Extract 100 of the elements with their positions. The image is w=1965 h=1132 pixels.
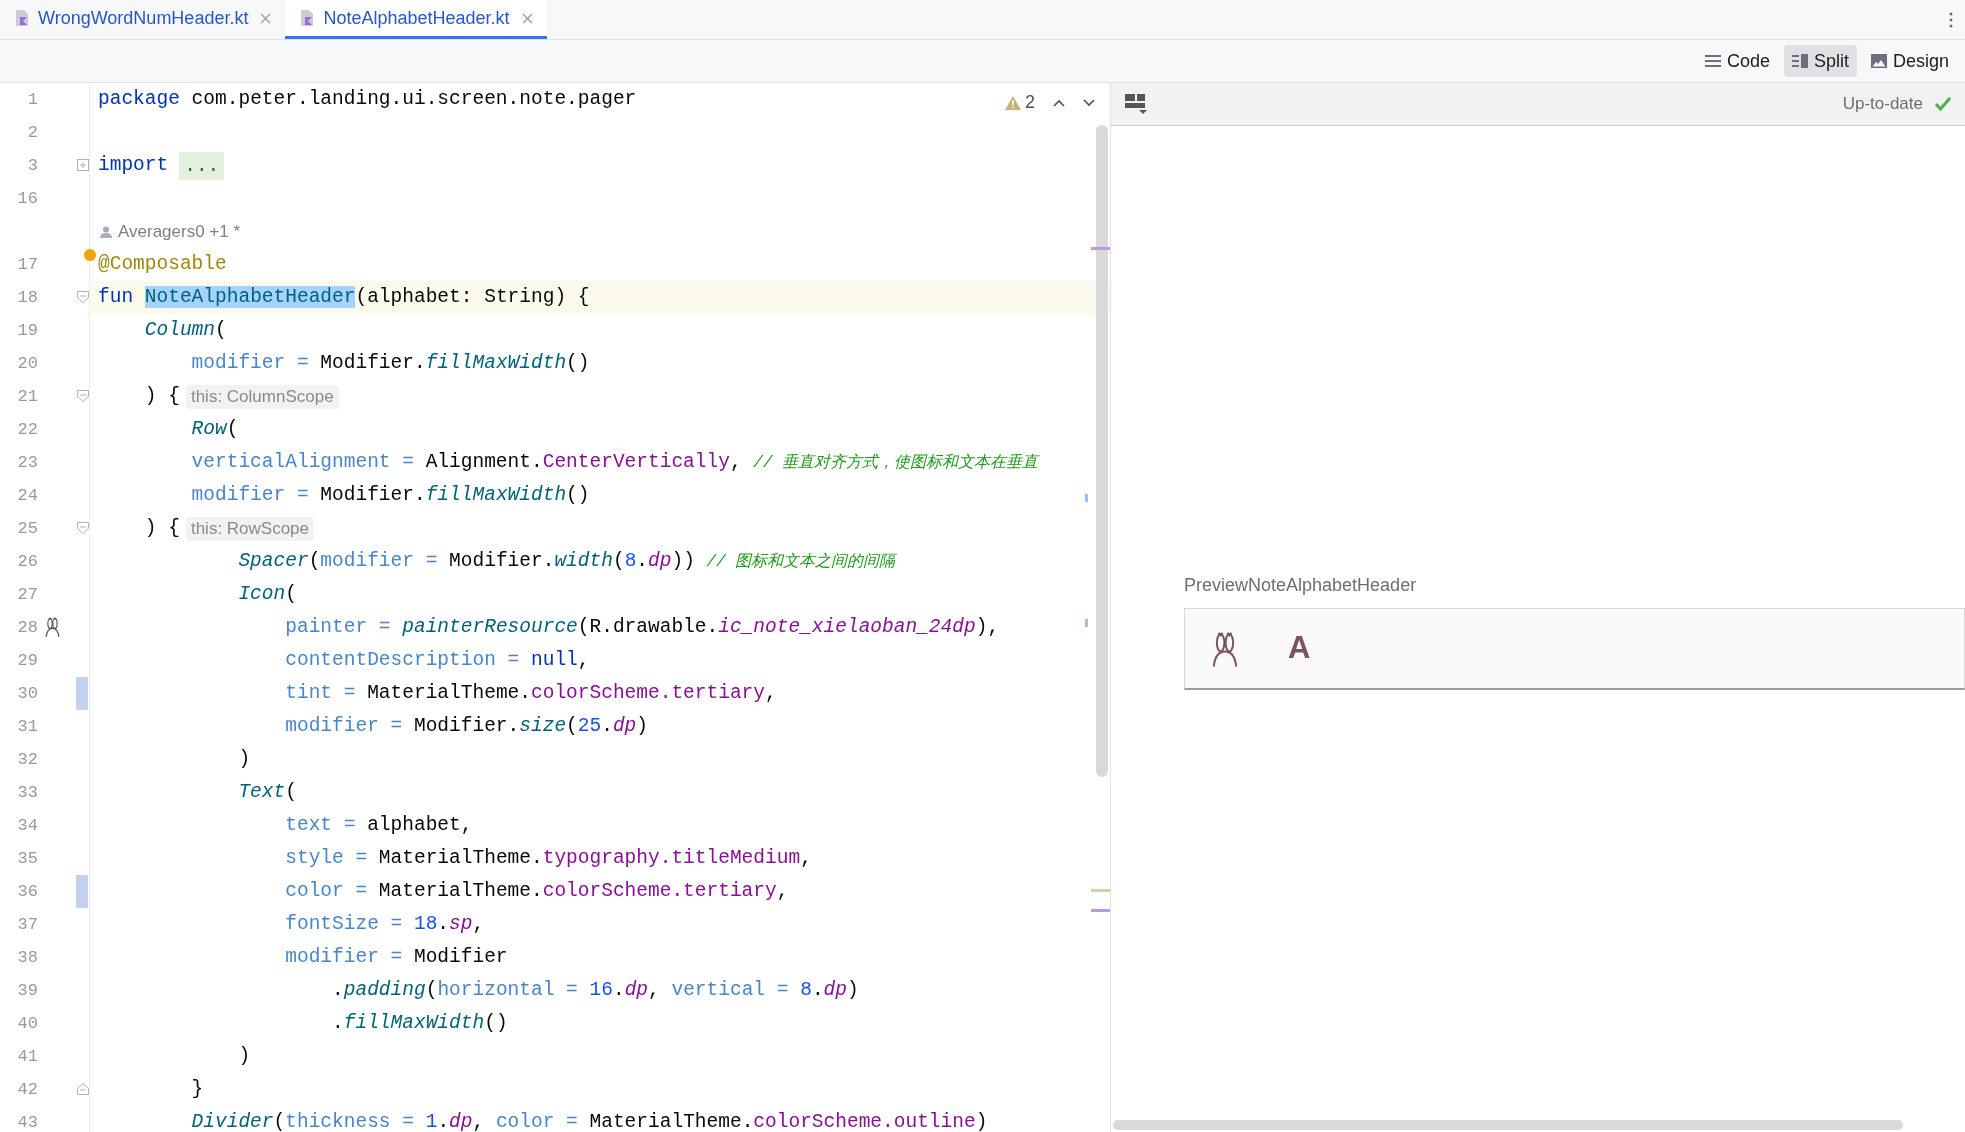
code-line: import [98,153,169,178]
line-number: 40 [16,1012,38,1035]
code-line: fun NoteAlphabetHeader(alphabet: String) { [98,285,590,310]
code-line: package com.peter.landing.ui.screen.note.pager [98,87,637,112]
line-number: 24 [16,484,38,507]
line-number: 37 [16,913,38,936]
code-line: verticalAlignment = Alignment.CenterVertically, // 垂直对齐方式，使图标和文本在垂直 [190,449,1039,475]
code-line: contentDescription = null, [284,648,590,673]
warning-count[interactable]: 2 [1025,89,1035,116]
error-stripe-mark [1091,889,1110,892]
close-icon[interactable] [521,12,533,24]
line-number: 31 [16,715,38,738]
error-stripe-mark [1091,247,1110,250]
check-icon [1935,97,1951,111]
line-number: 42 [16,1078,38,1101]
more-icon[interactable] [1949,11,1953,28]
code-line: .fillMaxWidth() [331,1011,508,1036]
code-line: tint = MaterialTheme.colorScheme.tertiary, [284,681,777,706]
code-line: fontSize = 18.sp, [284,912,485,937]
person-icon [100,225,112,238]
view-mode-button[interactable]: Design [1862,45,1957,77]
split-icon [1791,54,1808,68]
error-stripe-mark [1085,619,1088,627]
line-number: 18 [16,286,38,309]
line-number: 39 [16,979,38,1002]
error-stripe-mark [1091,909,1110,912]
line-number: 26 [16,550,38,573]
code-line: Row( [190,417,239,442]
close-icon[interactable] [260,12,272,24]
error-stripe-mark [1085,494,1088,502]
change-marker[interactable] [76,875,88,908]
line-number: 38 [16,946,38,969]
code-line: text = alphabet, [284,813,473,838]
line-number: 32 [16,748,38,771]
line-number: 29 [16,649,38,672]
fold-icon[interactable] [77,1083,89,1095]
line-number: 25 [16,517,38,540]
line-number: 1 [26,88,38,111]
line-number: 19 [16,319,38,342]
layout-icon[interactable] [1125,94,1147,114]
fold-icon[interactable] [77,522,89,534]
code-line: modifier = Modifier.fillMaxWidth() [190,483,590,508]
image-icon [1870,54,1887,68]
code-line: Text( [237,780,297,805]
scrollbar-thumb[interactable] [1113,1120,1903,1130]
code-line: ) [237,1044,251,1069]
change-marker[interactable] [76,677,88,710]
code-line: modifier = Modifier.fillMaxWidth() [190,351,590,376]
code-line: painter = painterResource(R.drawable.ic_note_xielaoban_24dp), [284,615,1000,640]
line-number: 27 [16,583,38,606]
line-number: 23 [16,451,38,474]
code-line: Column( [143,318,227,343]
fold-icon[interactable] [77,390,89,402]
status-text: Up-to-date [1842,93,1923,116]
line-number: 41 [16,1045,38,1068]
expand-icon[interactable] [77,159,89,171]
code-line: .padding(horizontal = 16.dp, vertical = 8.dp) [331,978,859,1003]
code-line: Divider(thickness = 1.dp, color = MaterialTheme.colorScheme.outline) [190,1110,988,1132]
line-number: 34 [16,814,38,837]
code-line: style = MaterialTheme.typography.titleMedium, [284,846,812,871]
code-line: @Composable [98,252,227,277]
file-icon [14,9,30,27]
line-number: 3 [26,154,38,177]
line-number: 30 [16,682,38,705]
code-line: ) { [143,384,180,409]
line-number: 33 [16,781,38,804]
author-hint[interactable]: Averagers0 +1 * [118,218,241,245]
line-number: 17 [16,253,38,276]
scrollbar-thumb[interactable] [1096,125,1108,777]
lines-icon [1704,54,1721,68]
code-line: modifier = Modifier [284,945,508,970]
inlay-hint: this: RowScope [185,516,315,541]
file-tab[interactable]: WrongWordNumHeader.kt [0,0,286,39]
chevron-down-icon[interactable] [1083,98,1095,107]
warning-icon[interactable] [1005,95,1021,110]
line-number: 21 [16,385,38,408]
view-mode-button[interactable]: Code [1696,45,1778,77]
code-line: Icon( [237,582,297,607]
line-number: 36 [16,880,38,903]
code-line: Spacer(modifier = Modifier.width(8.dp)) // 图标和文本之间的间隔 [237,548,896,574]
inlay-hint: this: ColumnScope [185,384,339,409]
line-number: 16 [16,187,38,210]
code-line: ) { [143,516,180,541]
file-icon [299,9,316,27]
line-number: 22 [16,418,38,441]
preview-letter: A [1288,629,1311,668]
code-line: } [190,1077,204,1102]
file-tab[interactable]: NoteAlphabetHeader.kt [285,0,547,39]
view-mode-button[interactable]: Split [1783,45,1857,77]
line-number: 35 [16,847,38,870]
line-number: 20 [16,352,38,375]
fold-icon[interactable] [77,291,89,303]
code-line: color = MaterialTheme.colorScheme.tertiary, [284,879,789,904]
line-number: 43 [16,1111,38,1132]
line-number: 2 [26,121,38,144]
code-line: ) [237,747,251,772]
chevron-up-icon[interactable] [1053,98,1065,107]
preview-title: PreviewNoteAlphabetHeader [1184,574,1418,597]
line-number: 28 [16,616,38,639]
folded-code[interactable]: ... [179,151,225,180]
